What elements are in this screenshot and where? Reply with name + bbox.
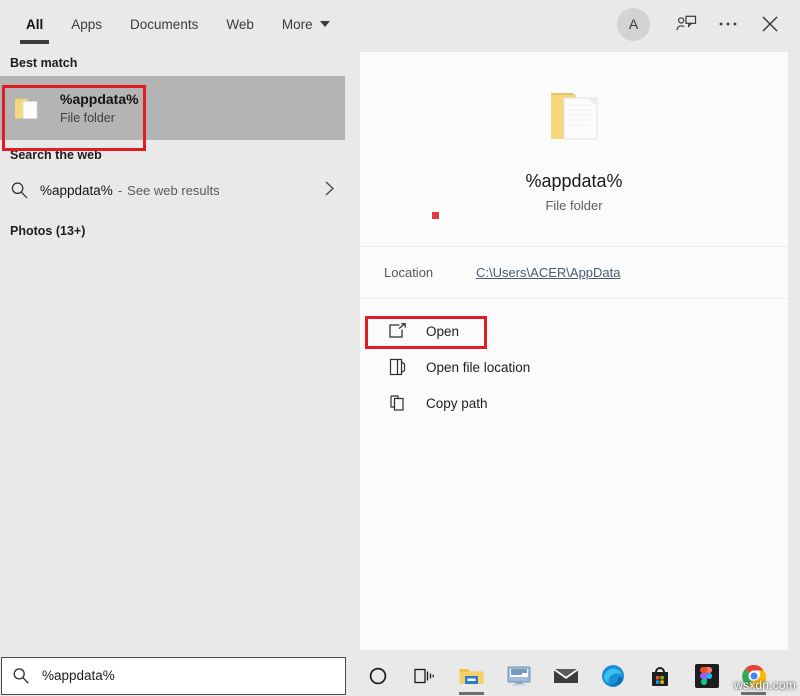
web-result-suffix: See web results — [127, 183, 220, 198]
result-item-web-search[interactable]: %appdata% - See web results — [0, 168, 345, 212]
feedback-person-icon[interactable] — [666, 0, 706, 48]
file-explorer-icon[interactable] — [448, 655, 495, 696]
folder-icon — [537, 85, 611, 149]
header-actions: A — [617, 0, 790, 48]
taskbar-search-input[interactable]: %appdata% — [1, 657, 346, 695]
photos-section: Photos (13+) — [0, 212, 358, 244]
cortana-icon[interactable] — [354, 655, 401, 696]
folder-icon — [14, 95, 44, 121]
open-external-icon — [388, 321, 410, 341]
search-icon — [12, 667, 30, 685]
action-open-file-location[interactable]: Open file location — [360, 349, 788, 385]
action-open[interactable]: Open — [360, 313, 788, 349]
web-result-separator: - — [118, 183, 122, 198]
search-web-label: Search the web — [0, 140, 358, 168]
action-copy-path-label: Copy path — [426, 396, 488, 411]
results-pane: Best match %appdata% File folder Search … — [0, 48, 358, 655]
search-icon — [10, 181, 40, 200]
preview-header: %appdata% File folder — [360, 52, 788, 247]
edge-icon[interactable] — [589, 655, 636, 696]
taskbar-icons — [354, 655, 777, 696]
tab-web-label: Web — [226, 17, 254, 32]
action-copy-path[interactable]: Copy path — [360, 385, 788, 421]
tab-all-label: All — [26, 17, 43, 32]
web-result-query: %appdata% — [40, 183, 113, 198]
watermark: wsxdn.com — [734, 678, 796, 692]
preview-subtitle: File folder — [545, 198, 602, 213]
location-row: Location C:\Users\ACER\AppData — [360, 247, 788, 299]
figma-icon[interactable] — [683, 655, 730, 696]
best-match-subtitle: File folder — [60, 109, 139, 127]
folder-open-icon — [388, 357, 410, 377]
tab-web[interactable]: Web — [212, 0, 268, 48]
tab-documents[interactable]: Documents — [116, 0, 212, 48]
tab-apps-label: Apps — [71, 17, 102, 32]
search-header: All Apps Documents Web More A — [0, 0, 800, 48]
tab-more[interactable]: More — [268, 0, 344, 48]
tab-all[interactable]: All — [12, 0, 57, 48]
photos-label: Photos (13+) — [0, 216, 358, 244]
best-match-text: %appdata% File folder — [60, 90, 139, 127]
best-match-label: Best match — [0, 48, 358, 76]
chevron-down-icon — [320, 21, 330, 27]
preview-pane: %appdata% File folder Location C:\Users\… — [360, 52, 788, 650]
copy-icon — [388, 393, 410, 413]
avatar-initial: A — [629, 16, 638, 32]
action-open-file-location-label: Open file location — [426, 360, 530, 375]
location-link[interactable]: C:\Users\ACER\AppData — [476, 265, 621, 280]
taskbar-search-value: %appdata% — [42, 668, 115, 683]
taskbar: %appdata% — [0, 655, 800, 696]
tab-apps[interactable]: Apps — [57, 0, 116, 48]
location-label: Location — [384, 265, 476, 280]
tab-documents-label: Documents — [130, 17, 198, 32]
ellipsis-icon[interactable] — [708, 0, 748, 48]
remote-desktop-icon[interactable] — [495, 655, 542, 696]
preview-actions: Open Open file location — [360, 299, 788, 421]
result-item-best-match[interactable]: %appdata% File folder — [0, 76, 345, 140]
best-match-title: %appdata% — [60, 90, 139, 109]
task-view-icon[interactable] — [401, 655, 448, 696]
chevron-right-icon — [324, 180, 335, 201]
start-menu-search-window: All Apps Documents Web More A — [0, 0, 800, 696]
avatar[interactable]: A — [617, 8, 650, 41]
tab-more-label: More — [282, 17, 313, 32]
mail-icon[interactable] — [542, 655, 589, 696]
search-filter-tabs: All Apps Documents Web More — [0, 0, 344, 48]
action-open-label: Open — [426, 324, 459, 339]
preview-title: %appdata% — [525, 171, 622, 192]
annotation-dot — [432, 212, 439, 219]
microsoft-store-icon[interactable] — [636, 655, 683, 696]
close-icon[interactable] — [750, 0, 790, 48]
